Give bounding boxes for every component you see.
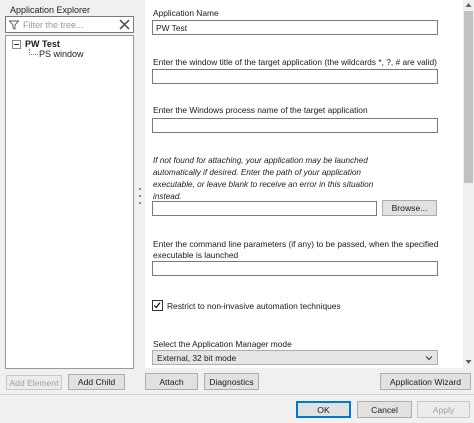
launch-note: If not found for attaching, your applica… <box>153 156 374 201</box>
vertical-scrollbar[interactable] <box>463 0 474 368</box>
process-name-field[interactable] <box>152 118 438 133</box>
mode-select[interactable]: External, 32 bit mode <box>152 350 438 365</box>
filter-placeholder: Filter the tree... <box>23 20 84 30</box>
restrict-checkbox[interactable] <box>152 300 163 311</box>
cmdline-field[interactable] <box>152 261 438 276</box>
scroll-down-icon[interactable] <box>465 359 472 365</box>
cmdline-label: Enter the command line parameters (if an… <box>153 239 439 260</box>
attach-button[interactable]: Attach <box>145 373 198 390</box>
check-icon <box>153 302 161 309</box>
application-tree[interactable]: PW Test PS window <box>5 35 134 369</box>
window-title-field[interactable] <box>152 69 438 84</box>
tree-node-root[interactable]: PW Test <box>25 39 60 49</box>
tree-connector <box>29 54 38 55</box>
divider <box>0 394 474 395</box>
app-name-field[interactable]: PW Test <box>152 20 438 35</box>
browse-button[interactable]: Browse... <box>382 200 437 216</box>
cancel-button[interactable]: Cancel <box>357 401 412 418</box>
apply-button[interactable]: Apply <box>417 401 470 418</box>
scroll-up-icon[interactable] <box>465 2 472 8</box>
chevron-down-icon <box>425 356 433 361</box>
application-wizard-button[interactable]: Application Wizard <box>380 373 471 390</box>
add-child-button[interactable]: Add Child <box>68 374 125 390</box>
restrict-label: Restrict to non-invasive automation tech… <box>167 301 341 311</box>
scrollbar-thumb[interactable] <box>464 11 473 183</box>
process-name-label: Enter the Windows process name of the ta… <box>153 105 368 115</box>
add-element-button[interactable]: Add Element <box>6 375 62 390</box>
filter-input[interactable]: Filter the tree... <box>5 16 134 33</box>
explorer-title: Application Explorer <box>10 5 91 15</box>
mode-selected-value: External, 32 bit mode <box>157 353 237 363</box>
collapse-toggle-icon[interactable] <box>12 40 21 49</box>
app-name-label: Application Name <box>153 8 219 18</box>
splitter-handle[interactable] <box>138 188 141 204</box>
funnel-icon <box>9 20 19 30</box>
close-icon[interactable] <box>118 18 131 31</box>
executable-path-field[interactable] <box>152 201 377 216</box>
application-settings-panel: Application Name PW Test Enter the windo… <box>145 0 463 368</box>
ok-button[interactable]: OK <box>296 401 351 418</box>
window-title-label: Enter the window title of the target app… <box>153 57 437 67</box>
diagnostics-button[interactable]: Diagnostics <box>204 373 259 390</box>
tree-node-child[interactable]: PS window <box>39 49 84 59</box>
mode-label: Select the Application Manager mode <box>153 339 292 349</box>
